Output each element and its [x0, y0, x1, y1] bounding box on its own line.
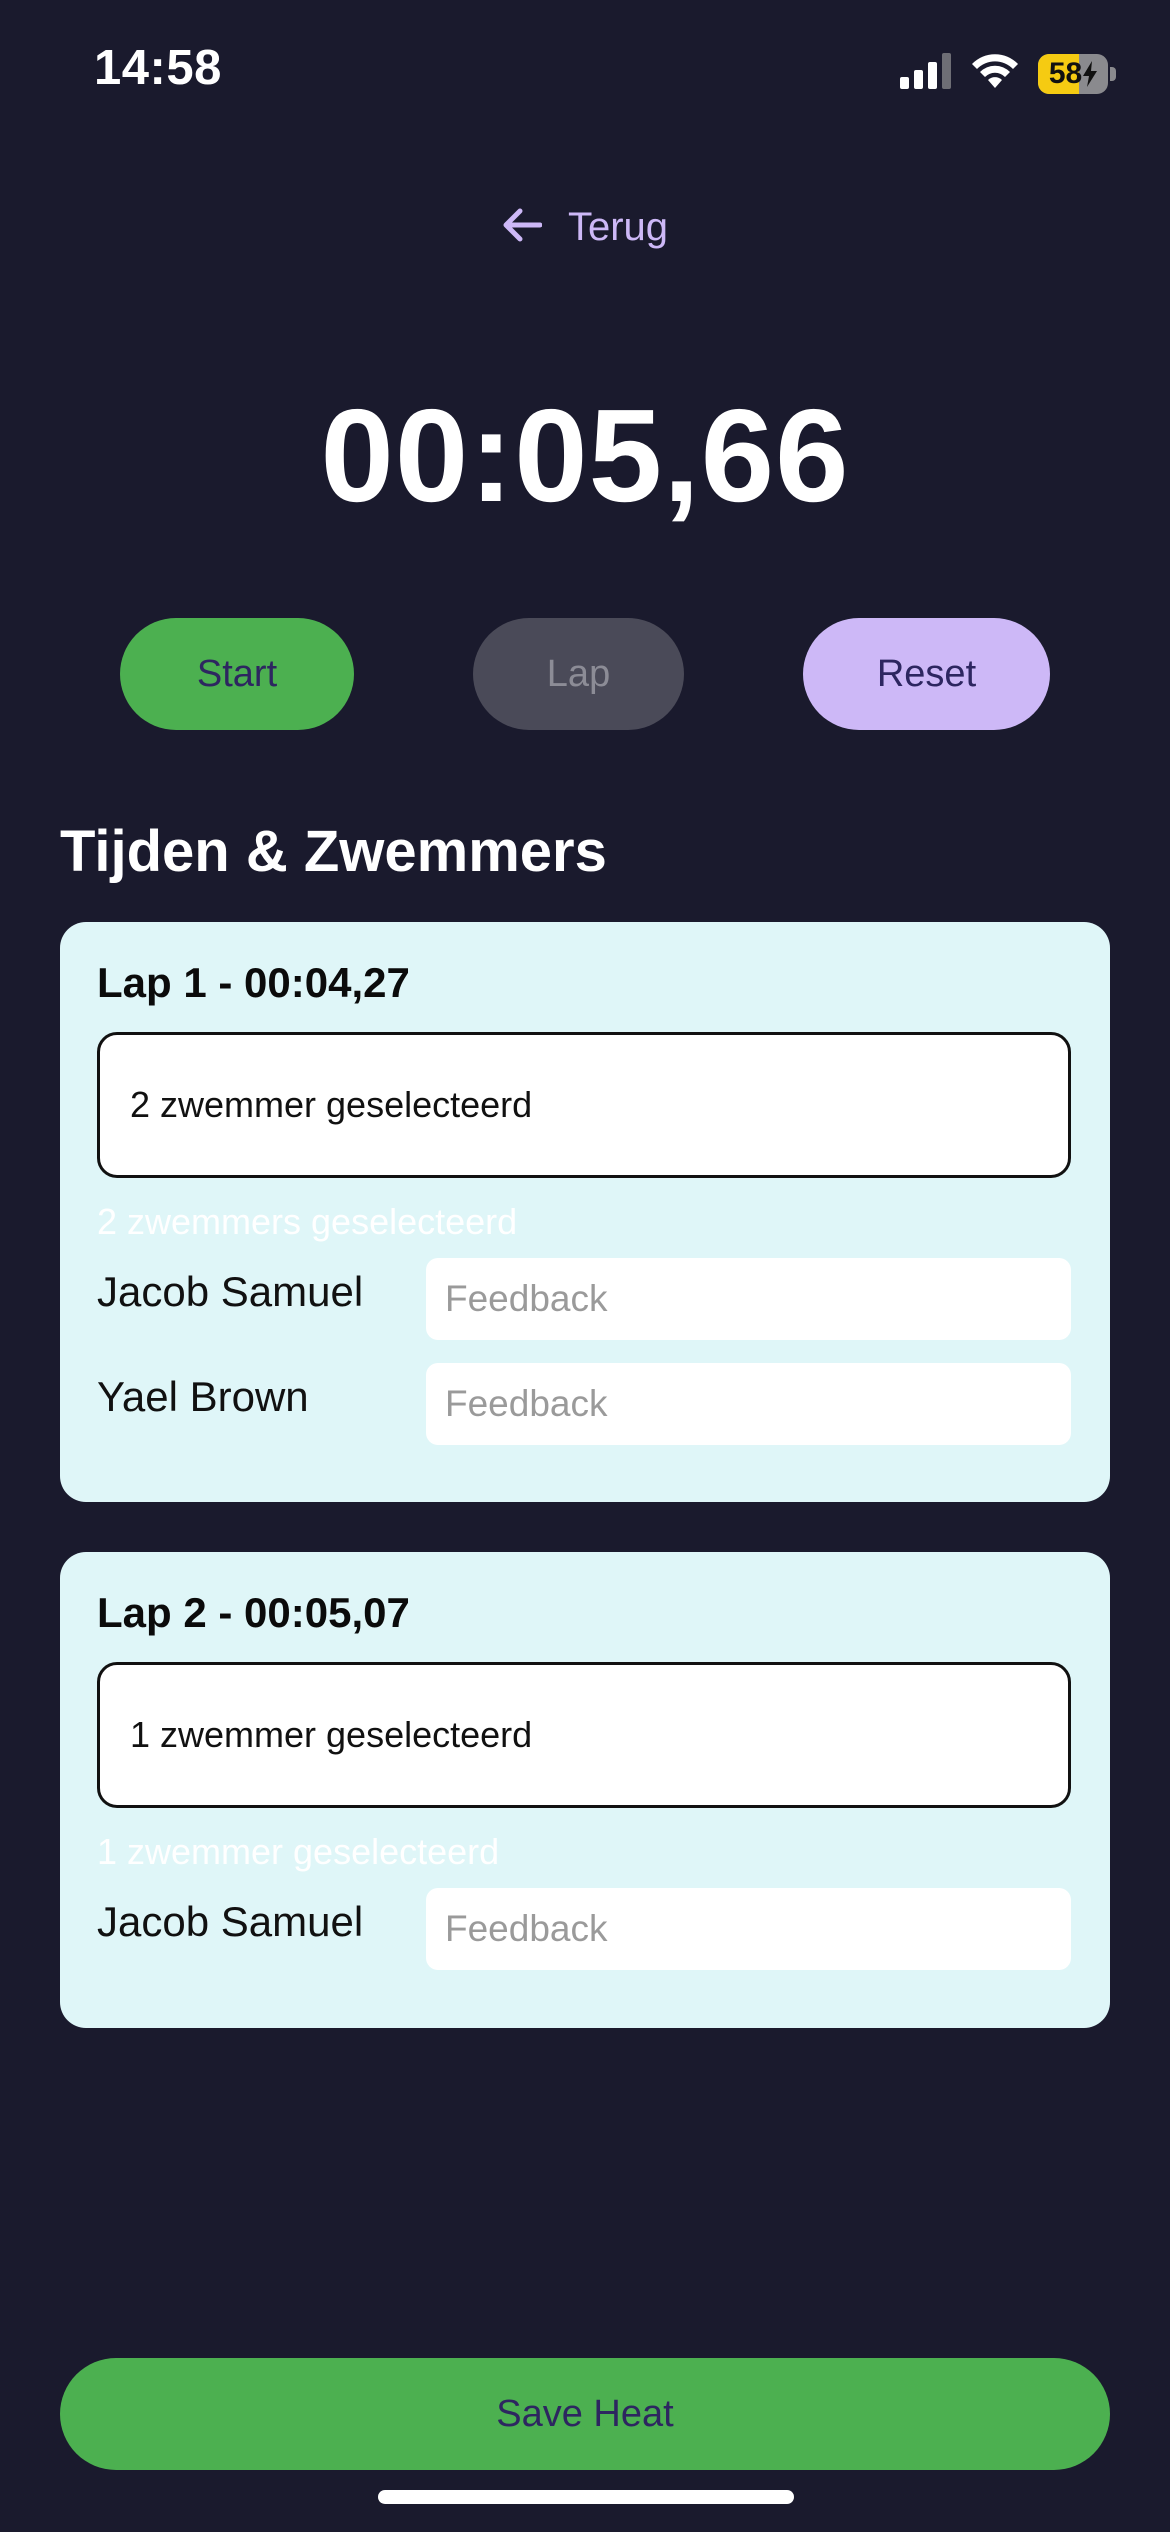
selected-count-text: 1 zwemmer geselecteerd: [97, 1831, 500, 1872]
wifi-icon: [970, 52, 1020, 95]
selected-count-text: 2 zwemmers geselecteerd: [97, 1201, 518, 1242]
feedback-input[interactable]: [426, 1258, 1071, 1340]
feedback-input[interactable]: [426, 1363, 1071, 1445]
lap-card: Lap 1 - 00:04,27 2 zwemmer geselecteerd …: [60, 922, 1110, 1502]
timer-display: 00:05,66: [320, 382, 850, 529]
home-indicator: [378, 2490, 794, 2504]
battery-nub: [1110, 66, 1116, 81]
battery-charging-icon: 58: [1038, 53, 1116, 94]
section-title: Tijden & Zwemmers: [60, 819, 607, 884]
lap-card: Lap 2 - 00:05,07 1 zwemmer geselecteerd …: [60, 1552, 1110, 2028]
cellular-signal-icon: [900, 53, 952, 94]
lap-title: Lap 1 - 00:04,27: [97, 959, 410, 1006]
swimmer-name: Jacob Samuel: [97, 1898, 364, 1945]
feedback-input[interactable]: [426, 1888, 1071, 1970]
arrow-left-icon: [502, 207, 543, 248]
swimmer-name: Jacob Samuel: [97, 1268, 364, 1315]
swimmer-select[interactable]: 2 zwemmer geselecteerd: [97, 1032, 1071, 1178]
lap-title: Lap 2 - 00:05,07: [97, 1589, 410, 1636]
lap-button[interactable]: Lap: [473, 618, 684, 730]
swimmer-name: Yael Brown: [97, 1373, 309, 1420]
swimmer-row: Yael Brown: [97, 1363, 1071, 1445]
swimmer-select[interactable]: 1 zwemmer geselecteerd: [97, 1662, 1071, 1808]
status-time: 14:58: [94, 41, 222, 95]
reset-button[interactable]: Reset: [803, 618, 1050, 730]
battery-indicator: 58: [1038, 53, 1108, 94]
back-label: Terug: [567, 205, 669, 249]
back-button[interactable]: Terug: [0, 205, 1170, 250]
battery-level: 58: [1048, 56, 1083, 90]
swimmer-row: Jacob Samuel: [97, 1258, 1071, 1340]
save-heat-button[interactable]: Save Heat: [60, 2358, 1110, 2470]
start-button[interactable]: Start: [120, 618, 354, 730]
status-icons: 58: [900, 52, 1116, 95]
charging-bolt-icon: [1083, 60, 1098, 87]
swimmer-row: Jacob Samuel: [97, 1888, 1071, 1970]
